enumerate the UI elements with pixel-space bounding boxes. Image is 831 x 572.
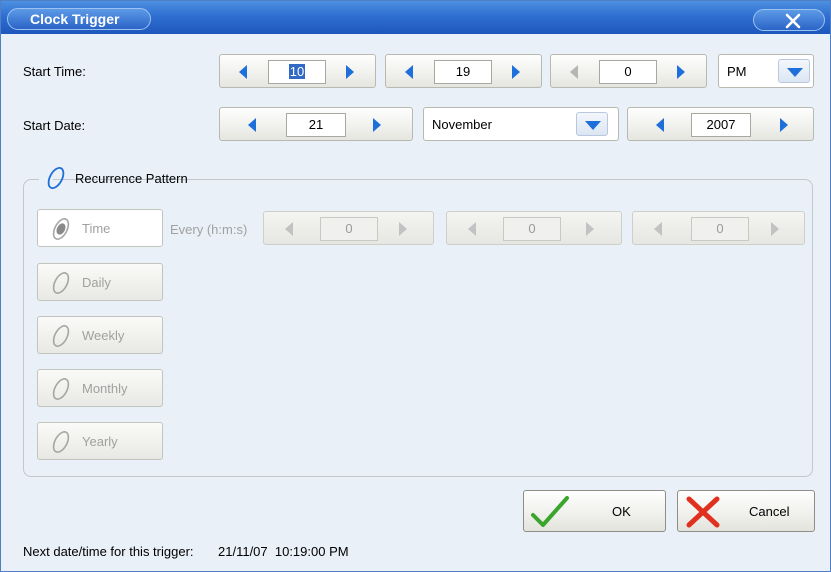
recurrence-option-label: Yearly — [82, 434, 118, 449]
minute-input[interactable]: 19 — [434, 60, 492, 84]
radio-icon — [52, 325, 70, 347]
next-trigger-value: 21/11/07 10:19:00 PM — [218, 544, 349, 559]
interval-seconds-spinner: 0 — [632, 211, 805, 245]
decrement-day-icon[interactable] — [246, 117, 258, 133]
recurrence-option-label: Daily — [82, 275, 111, 290]
recurrence-option-label: Weekly — [82, 328, 125, 343]
decrement-hours-icon[interactable] — [283, 221, 295, 237]
interval-minutes-spinner: 0 — [446, 211, 622, 245]
recurrence-checkbox-icon[interactable] — [43, 166, 69, 190]
increment-day-icon[interactable] — [371, 117, 383, 133]
cancel-label: Cancel — [749, 504, 790, 519]
day-spinner: 21 — [219, 107, 413, 141]
recurrence-option-time[interactable]: Time — [37, 209, 163, 247]
hour-spinner: 10 — [219, 54, 376, 88]
month-dropdown-button[interactable] — [576, 112, 608, 136]
every-label: Every (h:m:s) — [170, 222, 248, 237]
increment-seconds-icon[interactable] — [769, 221, 781, 237]
increment-hour-icon[interactable] — [344, 64, 356, 80]
chevron-down-icon — [585, 121, 601, 130]
cancel-button[interactable]: Cancel — [677, 490, 815, 532]
close-icon — [785, 13, 801, 29]
interval-hours-input[interactable]: 0 — [320, 217, 378, 241]
chevron-down-icon — [787, 68, 803, 77]
year-spinner: 2007 — [627, 107, 814, 141]
recurrence-option-weekly[interactable]: Weekly — [37, 316, 163, 354]
title-bar[interactable]: Clock Trigger — [1, 1, 830, 34]
recurrence-legend-label: Recurrence Pattern — [75, 171, 188, 186]
increment-hours-icon[interactable] — [397, 221, 409, 237]
recurrence-option-yearly[interactable]: Yearly — [37, 422, 163, 460]
day-input[interactable]: 21 — [286, 113, 346, 137]
second-input[interactable]: 0 — [599, 60, 657, 84]
start-time-label: Start Time: — [23, 64, 86, 79]
ok-button[interactable]: OK — [523, 490, 666, 532]
increment-minutes-icon[interactable] — [584, 221, 596, 237]
decrement-minutes-icon[interactable] — [466, 221, 478, 237]
year-input[interactable]: 2007 — [691, 113, 751, 137]
decrement-seconds-icon[interactable] — [652, 221, 664, 237]
checkmark-icon — [531, 496, 569, 527]
decrement-second-icon[interactable] — [568, 64, 580, 80]
radio-icon — [52, 431, 70, 453]
start-date-label: Start Date: — [23, 118, 86, 133]
cancel-x-icon — [686, 496, 720, 528]
ampm-value: PM — [727, 64, 747, 79]
hour-input[interactable]: 10 — [268, 60, 326, 84]
ok-label: OK — [612, 504, 631, 519]
radio-selected-icon — [52, 218, 70, 240]
ampm-dropdown-button[interactable] — [778, 59, 810, 83]
next-trigger-label: Next date/time for this trigger: — [23, 544, 194, 559]
increment-year-icon[interactable] — [778, 117, 790, 133]
ampm-dropdown[interactable]: PM — [718, 54, 814, 88]
radio-icon — [52, 378, 70, 400]
interval-hours-spinner: 0 — [263, 211, 434, 245]
increment-second-icon[interactable] — [675, 64, 687, 80]
recurrence-option-monthly[interactable]: Monthly — [37, 369, 163, 407]
decrement-year-icon[interactable] — [654, 117, 666, 133]
clock-trigger-dialog: Clock Trigger Start Time: 10 19 0 PM Sta… — [0, 0, 831, 572]
recurrence-option-daily[interactable]: Daily — [37, 263, 163, 301]
recurrence-legend: Recurrence Pattern — [39, 166, 188, 190]
recurrence-option-label: Monthly — [82, 381, 128, 396]
interval-seconds-input[interactable]: 0 — [691, 217, 749, 241]
month-value: November — [432, 117, 492, 132]
month-dropdown[interactable]: November — [423, 107, 619, 141]
interval-minutes-input[interactable]: 0 — [503, 217, 561, 241]
close-button[interactable] — [753, 9, 825, 31]
second-spinner: 0 — [550, 54, 707, 88]
decrement-minute-icon[interactable] — [403, 64, 415, 80]
minute-spinner: 19 — [385, 54, 542, 88]
window-title: Clock Trigger — [7, 8, 151, 30]
radio-icon — [52, 272, 70, 294]
recurrence-option-label: Time — [82, 221, 111, 236]
decrement-hour-icon[interactable] — [237, 64, 249, 80]
increment-minute-icon[interactable] — [510, 64, 522, 80]
